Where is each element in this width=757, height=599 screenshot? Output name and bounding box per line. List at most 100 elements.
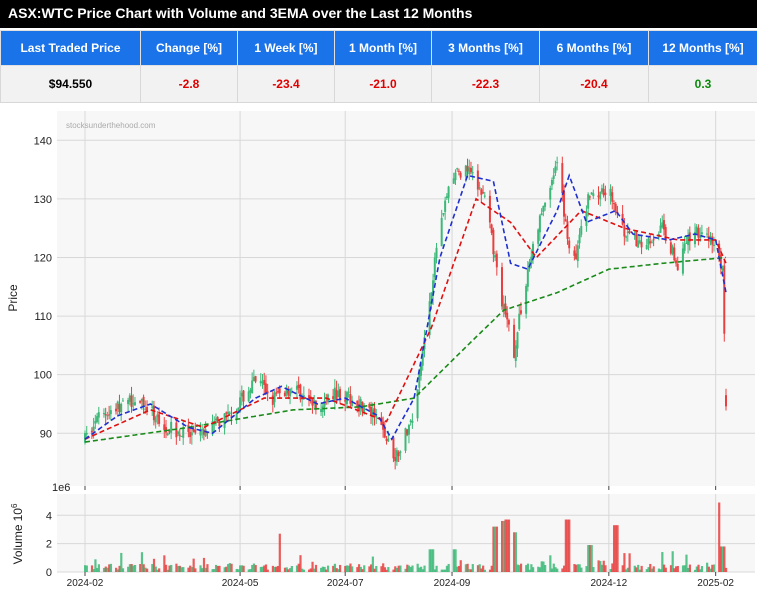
volume-bar [532,567,534,572]
candle-body [405,428,407,451]
volume-bar [170,565,172,572]
candle-body [551,180,553,185]
candle-body [289,389,291,396]
candle-body [368,404,370,408]
candle-body [472,172,474,173]
candle-body [94,421,96,424]
candle-body [653,239,655,240]
candle-body [118,404,120,412]
candle-body [696,227,698,234]
volume-bar [701,566,703,572]
volume-bar [677,566,679,572]
candle-body [599,192,601,200]
volume-bar [629,553,631,572]
candle-body [344,399,346,401]
candle-body [713,245,715,246]
candle-body [177,432,179,435]
value-6-months: -20.4 [540,66,649,103]
volume-bar [303,570,305,572]
candle-body [394,457,396,461]
candle-body [513,325,515,358]
candle-body [253,377,255,381]
candle-body [661,222,663,227]
candle-body [261,382,263,383]
candle-body [501,267,503,306]
candle-body [410,420,412,422]
volume-bar [375,566,377,572]
candle-body [155,417,157,422]
value-last-traded-price: $94.550 [1,66,141,103]
candle-body [549,188,551,200]
value-1-month: -21.0 [335,66,432,103]
candle-body [320,409,322,412]
value-3-months: -22.3 [432,66,540,103]
volume-bar [399,566,401,572]
candle-body [491,224,493,233]
candle-body [597,195,599,197]
volume-bar [387,567,389,572]
volume-bar [689,565,691,572]
volume-bar [460,560,462,572]
candle-body [672,247,674,254]
volume-scale-label: 1e6 [52,482,70,494]
volume-bar [158,568,160,572]
volume-bar [592,567,594,572]
volume-bar [206,564,208,572]
candle-body [706,234,708,235]
candle-body [93,427,95,431]
header-12-months: 12 Months [%] [649,31,757,66]
candle-body [117,402,119,410]
candle-body [86,433,88,434]
volume-bar [218,566,220,572]
candle-body [627,232,629,233]
candle-body [108,414,110,415]
volume-bar [86,566,88,572]
candle-body [670,242,672,253]
candle-body [580,226,582,235]
candle-body [129,395,131,401]
candle-body [592,193,594,196]
candle-body [573,250,575,255]
volume-bar [725,568,727,572]
header-1-week: 1 Week [%] [238,31,335,66]
candle-body [515,345,517,361]
candle-body [158,414,160,424]
candle-body [249,390,251,393]
volume-bar [556,569,558,572]
candle-body [336,390,338,400]
x-tick-label: 2024-12 [590,578,627,589]
candle-body [623,225,625,236]
candle-body [203,430,205,435]
watermark: stocksunderthehood.com [66,121,156,130]
volume-bar [315,565,317,572]
volume-bar [436,566,438,572]
candle-body [575,253,577,259]
volume-y-axis-label-text: Volume [11,524,25,564]
price-y-ticks: 90100110120130140 [34,135,52,440]
candle-body [153,406,155,421]
candle-body [442,213,444,214]
volume-bar [243,566,245,572]
volume-bar [122,568,124,572]
candle-body [629,231,631,233]
candle-body [453,178,455,183]
volume-bar [496,527,498,572]
header-6-months: 6 Months [%] [540,31,649,66]
candle-body [167,433,169,435]
chart-title-bar: ASX:WTC Price Chart with Volume and 3EMA… [0,0,757,28]
x-tick-label: 2025-02 [697,578,734,589]
volume-bar [279,534,281,572]
candle-body [144,409,146,410]
candle-body [96,416,98,422]
candle-body [163,424,165,430]
candle-body [611,192,613,201]
volume-bar [230,564,232,572]
candle-body [709,240,711,242]
volume-bar [472,564,474,572]
candle-body [723,266,725,334]
x-tick-label: 2024-09 [434,578,471,589]
candle-body [565,219,567,221]
candle-body [553,175,555,178]
candle-body [418,372,420,387]
header-change: Change [%] [141,31,238,66]
